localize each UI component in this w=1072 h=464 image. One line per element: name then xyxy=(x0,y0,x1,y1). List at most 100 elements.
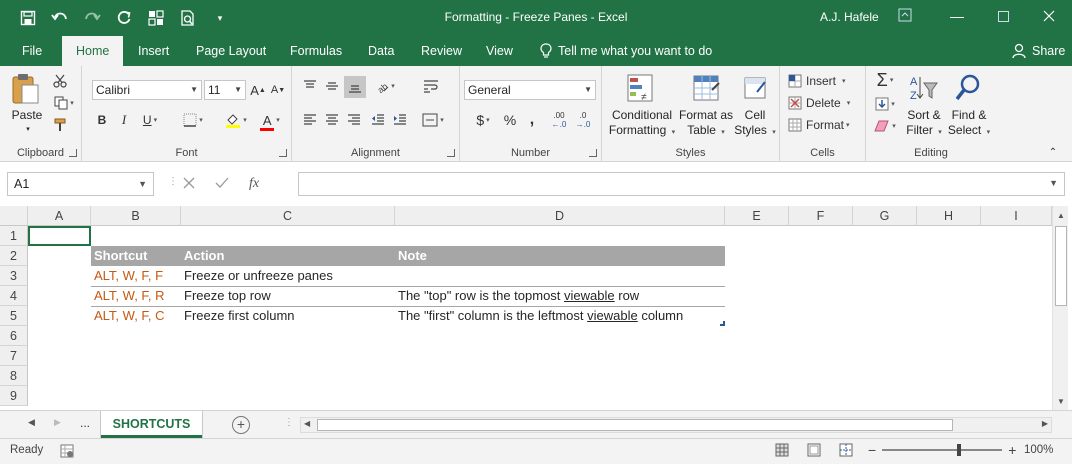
underline-button[interactable]: U ▾ xyxy=(136,110,164,130)
table-header-note[interactable]: Note xyxy=(395,246,725,266)
more-sheets-button[interactable]: ... xyxy=(80,416,90,430)
sort-filter-button[interactable]: Sort & Filter ▾ xyxy=(902,108,946,140)
clipboard-launcher-icon[interactable] xyxy=(69,149,77,157)
normal-view-icon[interactable] xyxy=(775,443,789,460)
tab-page-layout[interactable]: Page Layout xyxy=(194,36,268,66)
horizontal-scroll-thumb[interactable] xyxy=(317,419,953,431)
cell-styles-button[interactable]: Cell Styles ▾ xyxy=(734,108,776,140)
maximize-icon[interactable] xyxy=(980,0,1026,32)
column-header-c[interactable]: C xyxy=(181,206,395,226)
table-header-shortcut[interactable]: Shortcut xyxy=(91,246,181,266)
table-cell-shortcut[interactable]: ALT, W, F, R xyxy=(91,286,181,306)
selected-cell-a1[interactable] xyxy=(28,226,91,246)
table-cell-note[interactable]: The "top" row is the topmost viewable ro… xyxy=(395,286,725,306)
font-size-select[interactable]: 11 ▼ xyxy=(204,80,246,100)
increase-indent-icon[interactable] xyxy=(390,110,410,130)
percent-button[interactable]: % xyxy=(500,110,520,130)
delete-cells-button[interactable]: Delete ▾ xyxy=(788,94,860,112)
font-color-button[interactable]: A ▾ xyxy=(254,110,286,131)
fill-icon[interactable]: ▾ xyxy=(870,94,900,114)
zoom-percent[interactable]: 100% xyxy=(1024,444,1053,456)
tab-home[interactable]: Home xyxy=(62,36,124,66)
table-cell-note[interactable]: The "first" column is the leftmost viewa… xyxy=(395,306,725,326)
clear-icon[interactable]: ▾ xyxy=(870,116,900,136)
scroll-right-icon[interactable]: ▶ xyxy=(1042,419,1048,428)
align-bottom-icon[interactable] xyxy=(344,76,366,98)
expand-formula-icon[interactable]: ▼ xyxy=(1049,178,1058,188)
paste-icon[interactable] xyxy=(8,72,42,106)
tab-insert[interactable]: Insert xyxy=(136,36,171,66)
format-cells-button[interactable]: Format ▾ xyxy=(788,116,862,134)
table-cell-action[interactable]: Freeze top row xyxy=(181,286,395,306)
share-button[interactable]: Share xyxy=(1012,36,1065,66)
cut-icon[interactable] xyxy=(50,72,70,90)
number-format-select[interactable]: General ▼ xyxy=(464,80,596,100)
tab-formulas[interactable]: Formulas xyxy=(288,36,344,66)
user-name[interactable]: A.J. Hafele xyxy=(820,10,879,24)
close-icon[interactable] xyxy=(1026,0,1072,32)
zoom-out-button[interactable]: − xyxy=(868,442,876,458)
align-middle-icon[interactable] xyxy=(322,76,342,96)
row-header-5[interactable]: 5 xyxy=(0,306,28,326)
currency-button[interactable]: $ ▾ xyxy=(468,110,498,130)
orientation-icon[interactable]: ab ▾ xyxy=(370,76,400,96)
sheet-tab-shortcuts[interactable]: SHORTCUTS xyxy=(101,411,202,438)
column-header-a[interactable]: A xyxy=(28,206,91,226)
column-header-d[interactable]: D xyxy=(395,206,725,226)
conditional-formatting-button[interactable]: Conditional Formatting ▾ xyxy=(604,108,680,140)
italic-button[interactable]: I xyxy=(114,110,134,130)
row-header-7[interactable]: 7 xyxy=(0,346,28,366)
row-header-2[interactable]: 2 xyxy=(0,246,28,266)
align-right-icon[interactable] xyxy=(344,110,364,130)
table-cell-shortcut[interactable]: ALT, W, F, C xyxy=(91,306,181,326)
worksheet-grid[interactable]: A B C D E F G H I 1 2 3 4 5 6 7 8 9 Shor… xyxy=(0,206,1072,410)
confirm-entry-icon[interactable] xyxy=(215,177,229,192)
tab-view[interactable]: View xyxy=(484,36,515,66)
ribbon-display-options-icon[interactable] xyxy=(898,8,912,25)
tab-file[interactable]: File xyxy=(20,36,44,66)
vertical-scrollbar[interactable]: ▲ ▼ xyxy=(1052,206,1068,410)
column-header-g[interactable]: G xyxy=(853,206,917,226)
find-select-icon[interactable] xyxy=(952,72,984,104)
table-cell-shortcut[interactable]: ALT, W, F, F xyxy=(91,266,181,286)
row-header-9[interactable]: 9 xyxy=(0,386,28,406)
grow-font-button[interactable]: A ▲ xyxy=(250,80,266,100)
paste-button[interactable]: Paste xyxy=(6,108,48,123)
insert-function-button[interactable]: fx xyxy=(249,176,259,192)
row-header-3[interactable]: 3 xyxy=(0,266,28,286)
decrease-indent-icon[interactable] xyxy=(368,110,388,130)
shrink-font-button[interactable]: A ▼ xyxy=(270,80,286,100)
font-launcher-icon[interactable] xyxy=(279,149,287,157)
add-sheet-button[interactable]: + xyxy=(232,416,250,434)
wrap-text-icon[interactable] xyxy=(420,76,442,96)
number-launcher-icon[interactable] xyxy=(589,149,597,157)
increase-decimal-button[interactable]: .00 ←.0 xyxy=(548,108,570,132)
table-cell-action[interactable]: Freeze first column xyxy=(181,306,395,326)
comma-button[interactable]: , xyxy=(522,110,542,130)
column-header-b[interactable]: B xyxy=(91,206,181,226)
scroll-down-icon[interactable]: ▼ xyxy=(1053,394,1069,410)
row-header-6[interactable]: 6 xyxy=(0,326,28,346)
cell-styles-icon[interactable] xyxy=(740,72,770,104)
row-header-8[interactable]: 8 xyxy=(0,366,28,386)
table-cell-note[interactable] xyxy=(395,266,725,286)
row-header-1[interactable]: 1 xyxy=(0,226,28,246)
format-as-table-button[interactable]: Format as Table ▾ xyxy=(676,108,736,140)
paste-dropdown-arrow[interactable]: ▾ xyxy=(18,122,38,137)
row-header-4[interactable]: 4 xyxy=(0,286,28,306)
next-sheet-icon[interactable]: ▶ xyxy=(54,417,61,428)
column-header-i[interactable]: I xyxy=(981,206,1052,226)
zoom-slider-knob[interactable] xyxy=(957,444,962,456)
formula-bar-grip[interactable]: ⋮ xyxy=(168,176,178,187)
macro-recording-icon[interactable] xyxy=(60,444,74,461)
conditional-formatting-icon[interactable]: ≠ xyxy=(624,72,656,104)
scroll-left-icon[interactable]: ◀ xyxy=(304,419,310,428)
vertical-scroll-thumb[interactable] xyxy=(1055,226,1067,306)
page-break-view-icon[interactable] xyxy=(839,443,853,460)
minimize-icon[interactable]: — xyxy=(934,0,980,32)
tell-me-box[interactable]: Tell me what you want to do xyxy=(540,36,712,66)
sort-filter-icon[interactable]: AZ xyxy=(906,72,940,104)
format-painter-icon[interactable] xyxy=(50,116,70,134)
scroll-up-icon[interactable]: ▲ xyxy=(1053,208,1069,224)
align-top-icon[interactable] xyxy=(300,76,320,96)
